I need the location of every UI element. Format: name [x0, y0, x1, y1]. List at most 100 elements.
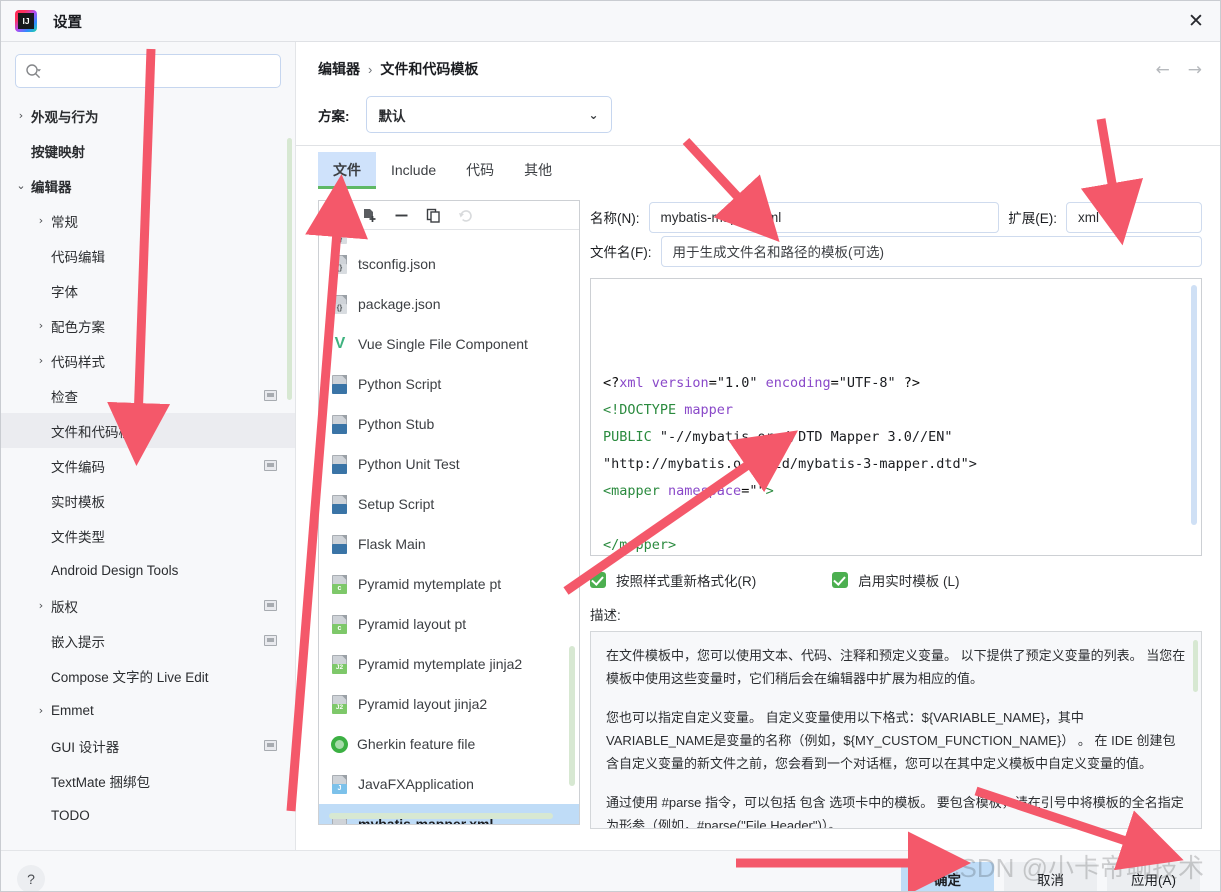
- sidebar-item[interactable]: 字体: [1, 273, 295, 308]
- template-list-vscrollbar[interactable]: [569, 646, 575, 786]
- chevron-right-icon[interactable]: ›: [33, 354, 49, 367]
- template-list-item-label: Flask Main: [358, 536, 426, 552]
- plugin-badge-icon: [264, 600, 277, 611]
- template-list-item[interactable]: {} tsconfig.json: [319, 244, 579, 284]
- back-arrow-icon[interactable]: ←: [1156, 60, 1170, 80]
- sidebar-item[interactable]: Android Design Tools: [1, 553, 295, 588]
- template-list-item[interactable]: Python Script: [319, 364, 579, 404]
- template-list-item-label: Python Stub: [358, 416, 435, 432]
- search-input[interactable]: [47, 63, 271, 79]
- template-list-item[interactable]: Setup Script: [319, 484, 579, 524]
- code-line: <mapper namespace="">: [603, 478, 1189, 505]
- code-token: version: [643, 375, 709, 391]
- forward-arrow-icon[interactable]: →: [1188, 60, 1202, 80]
- filename-input[interactable]: 用于生成文件名和路径的模板(可选): [660, 235, 1202, 267]
- plugin-badge-icon: [264, 635, 277, 646]
- close-icon[interactable]: ✕: [1172, 1, 1220, 41]
- sidebar-item[interactable]: › 版权: [1, 588, 295, 623]
- template-list-item[interactable]: Python Stub: [319, 404, 579, 444]
- template-list-item-label: package.json: [358, 296, 441, 312]
- live-template-checkbox[interactable]: [832, 572, 849, 588]
- description-scrollbar[interactable]: [1193, 640, 1198, 692]
- template-list-hscrollbar[interactable]: [329, 813, 553, 819]
- py-file-icon: [331, 414, 349, 434]
- template-code-editor[interactable]: <?xml version="1.0" encoding="UTF-8" ?> <…: [590, 278, 1202, 556]
- sidebar-item[interactable]: 文件编码: [1, 448, 295, 483]
- sidebar-item-label: 字体: [51, 284, 78, 300]
- template-list-item[interactable]: c Pyramid mytemplate pt: [319, 564, 579, 604]
- template-list[interactable]: {} {} tsconfig.json {} package.json V Vue Sing…: [319, 230, 579, 824]
- code-line: </mapper>: [603, 532, 1189, 555]
- template-list-item[interactable]: J2 Pyramid layout jinja2: [319, 684, 579, 724]
- template-list-item[interactable]: {}: [319, 230, 579, 244]
- tab-0[interactable]: 文件: [318, 152, 376, 189]
- sidebar-item[interactable]: 代码编辑: [1, 238, 295, 273]
- tab-2[interactable]: 代码: [451, 152, 509, 188]
- help-icon[interactable]: ?: [17, 864, 45, 891]
- template-list-item[interactable]: {} package.json: [319, 284, 579, 324]
- sidebar-item[interactable]: › 配色方案: [1, 308, 295, 343]
- chevron-down-icon: ⌄: [588, 107, 599, 122]
- sidebar-item[interactable]: ⌄ 编辑器: [1, 168, 295, 203]
- sidebar-item-label: TextMate 捆绑包: [51, 774, 151, 790]
- code-token: xml: [619, 375, 644, 391]
- sidebar-item-label: 文件编码: [51, 459, 105, 475]
- window-body: › 外观与行为 按键映射 ⌄ 编辑器 › 常规 代码编辑 字体 › 配色方案 › 代码样式 检查 文件和代码…: [1, 42, 1220, 850]
- sidebar-item[interactable]: › 代码样式: [1, 343, 295, 378]
- sidebar-item[interactable]: TextMate 捆绑包: [1, 763, 295, 798]
- add-template-button[interactable]: [329, 207, 346, 224]
- name-input[interactable]: mybatis-mapper.xml: [648, 201, 1000, 233]
- sidebar-item[interactable]: 文件类型: [1, 518, 295, 553]
- footer-button-0[interactable]: 确定: [901, 862, 994, 891]
- sidebar-item[interactable]: 按键映射: [1, 133, 295, 168]
- scheme-select[interactable]: 默认 ⌄: [365, 96, 612, 133]
- template-list-item[interactable]: J2 Pyramid mytemplate jinja2: [319, 644, 579, 684]
- reset-template-button[interactable]: [457, 207, 474, 224]
- breadcrumb-parent[interactable]: 编辑器: [318, 59, 360, 79]
- code-token: "http://mybatis.org/dtd/mybatis-3-mapper…: [603, 456, 977, 472]
- add-child-template-button[interactable]: [361, 207, 378, 224]
- footer-button-2[interactable]: 应用(A): [1107, 862, 1200, 891]
- tab-1[interactable]: Include: [376, 152, 451, 188]
- code-token: "1.0": [716, 375, 758, 391]
- chevron-right-icon[interactable]: ›: [33, 214, 49, 227]
- code-token: PUBLIC: [603, 429, 652, 445]
- sidebar-item[interactable]: › Emmet: [1, 693, 295, 728]
- sidebar-item-label: 编辑器: [31, 179, 72, 195]
- sidebar-item[interactable]: 实时模板: [1, 483, 295, 518]
- template-list-item[interactable]: V Vue Single File Component: [319, 324, 579, 364]
- chevron-down-icon[interactable]: ⌄: [13, 179, 29, 192]
- template-list-item[interactable]: Flask Main: [319, 524, 579, 564]
- sidebar-item[interactable]: Compose 文字的 Live Edit: [1, 658, 295, 693]
- template-list-item[interactable]: J JavaFXApplication: [319, 764, 579, 804]
- code-token: </mapper>: [603, 537, 677, 553]
- tab-3[interactable]: 其他: [509, 152, 567, 188]
- chevron-right-icon[interactable]: ›: [33, 319, 49, 332]
- sidebar-item[interactable]: 检查: [1, 378, 295, 413]
- sidebar-item[interactable]: TODO: [1, 798, 295, 833]
- remove-template-button[interactable]: [393, 207, 410, 224]
- sidebar-item[interactable]: 文件和代码模板: [1, 413, 295, 448]
- chevron-right-icon[interactable]: ›: [33, 704, 49, 717]
- logo-text: IJ: [22, 16, 30, 26]
- chevron-right-icon[interactable]: ›: [13, 109, 29, 122]
- extension-input[interactable]: xml: [1066, 201, 1202, 233]
- code-token: =: [830, 375, 839, 391]
- template-list-item-label: Setup Script: [358, 496, 435, 512]
- template-list-item[interactable]: c Pyramid layout pt: [319, 604, 579, 644]
- sidebar-item[interactable]: › 常规: [1, 203, 295, 238]
- reformat-checkbox[interactable]: [590, 572, 606, 588]
- code-editor-scrollbar[interactable]: [1191, 285, 1197, 525]
- sidebar-scrollbar[interactable]: [287, 138, 292, 400]
- sidebar-item[interactable]: 嵌入提示: [1, 623, 295, 658]
- sidebar-item[interactable]: › 外观与行为: [1, 98, 295, 133]
- footer-button-1[interactable]: 取消: [1004, 862, 1097, 891]
- sidebar-item[interactable]: GUI 设计器: [1, 728, 295, 763]
- chevron-right-icon[interactable]: ›: [33, 599, 49, 612]
- template-list-item[interactable]: Gherkin feature file: [319, 724, 579, 764]
- copy-template-button[interactable]: [425, 207, 442, 224]
- template-list-item[interactable]: Python Unit Test: [319, 444, 579, 484]
- sidebar-item-label: 实时模板: [51, 494, 105, 510]
- search-box[interactable]: [15, 54, 281, 88]
